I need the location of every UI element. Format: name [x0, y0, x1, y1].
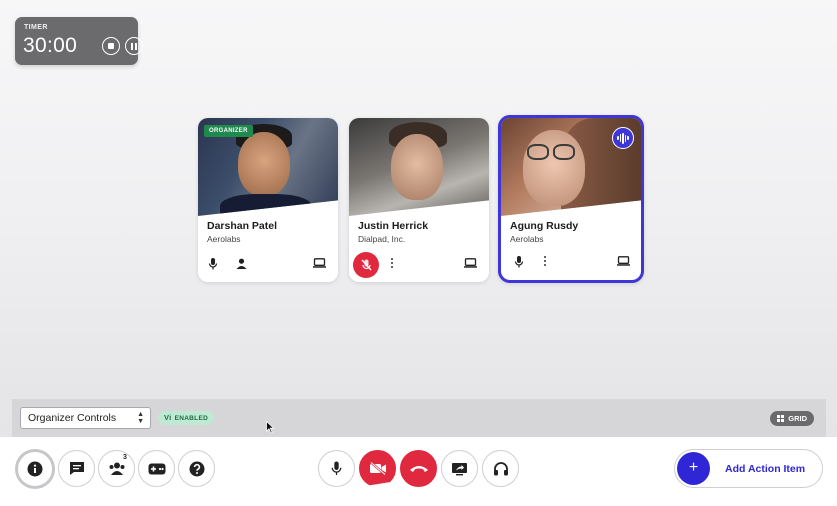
gamepad-icon	[148, 463, 165, 474]
audio-settings-button[interactable]	[482, 450, 519, 487]
timer-value: 30:00	[23, 34, 78, 57]
games-button[interactable]	[138, 450, 175, 487]
screen-icon	[617, 256, 630, 266]
speaking-indicator-icon	[612, 127, 634, 149]
video-off-icon	[369, 462, 386, 475]
timer-pause-button[interactable]	[125, 37, 143, 55]
participants-button[interactable]: 3	[98, 450, 135, 487]
stop-icon	[108, 43, 114, 49]
chat-icon	[69, 462, 84, 475]
info-button[interactable]	[15, 449, 55, 489]
microphone-icon[interactable]	[514, 256, 524, 268]
microphone-icon	[331, 461, 342, 475]
participant-card-active-speaker: Agung Rusdy Aerolabs	[498, 115, 644, 283]
muted-microphone-button[interactable]	[353, 252, 379, 278]
participant-company: Aerolabs	[207, 234, 241, 244]
bottom-toolbar: 3 + Add Action Item	[0, 437, 837, 506]
organizer-badge: ORGANIZER	[204, 125, 253, 137]
participant-name: Justin Herrick	[358, 220, 429, 232]
screen-icon	[464, 258, 477, 268]
layout-grid-button[interactable]: GRID	[770, 411, 814, 426]
participant-company: Aerolabs	[510, 234, 544, 244]
vi-status-badge[interactable]: Vi ENABLED	[158, 411, 215, 425]
select-arrows-icon: ▲ ▼	[137, 411, 144, 425]
organizer-controls-bar: Organizer Controls ▲ ▼ Vi ENABLED GRID	[12, 399, 826, 437]
timer-widget: TIMER 30:00	[15, 17, 143, 65]
timer-label: TIMER	[24, 24, 48, 31]
share-screen-icon	[452, 462, 467, 475]
microphone-icon[interactable]	[208, 258, 218, 270]
layout-label: GRID	[788, 414, 807, 423]
pause-icon	[131, 42, 137, 50]
participant-name: Agung Rusdy	[510, 220, 579, 232]
people-icon	[109, 462, 124, 475]
make-organizer-icon[interactable]	[236, 258, 247, 269]
participant-name: Darshan Patel	[207, 220, 278, 232]
participant-company: Dialpad, Inc.	[358, 234, 406, 244]
grid-icon	[777, 415, 785, 422]
headphones-icon	[493, 462, 508, 476]
hang-up-button[interactable]	[400, 450, 437, 487]
mouse-cursor-icon	[266, 421, 275, 434]
add-action-item-label: Add Action Item	[725, 463, 806, 475]
organizer-controls-select-value: Organizer Controls	[28, 412, 117, 424]
participant-count: 3	[123, 454, 127, 461]
info-icon	[27, 461, 43, 477]
timer-stop-button[interactable]	[102, 37, 120, 55]
screen-icon	[313, 258, 326, 268]
hang-up-icon	[409, 466, 428, 472]
more-options-icon[interactable]	[391, 258, 394, 269]
add-action-item-button[interactable]: + Add Action Item	[674, 449, 823, 488]
plus-icon: +	[677, 452, 710, 485]
help-button[interactable]	[178, 450, 215, 487]
video-toggle-button[interactable]	[359, 450, 396, 487]
participant-card: ORGANIZER Darshan Patel Aerolabs	[198, 118, 338, 282]
vi-status: ENABLED	[174, 415, 209, 422]
help-icon	[189, 461, 204, 476]
microphone-toggle-button[interactable]	[318, 450, 355, 487]
vi-prefix: Vi	[164, 413, 172, 422]
participant-video	[349, 118, 489, 216]
participant-card: Justin Herrick Dialpad, Inc.	[349, 118, 489, 282]
share-screen-button[interactable]	[441, 450, 478, 487]
more-options-icon[interactable]	[544, 256, 547, 267]
chat-button[interactable]	[58, 450, 95, 487]
organizer-controls-select[interactable]: Organizer Controls ▲ ▼	[20, 407, 151, 429]
